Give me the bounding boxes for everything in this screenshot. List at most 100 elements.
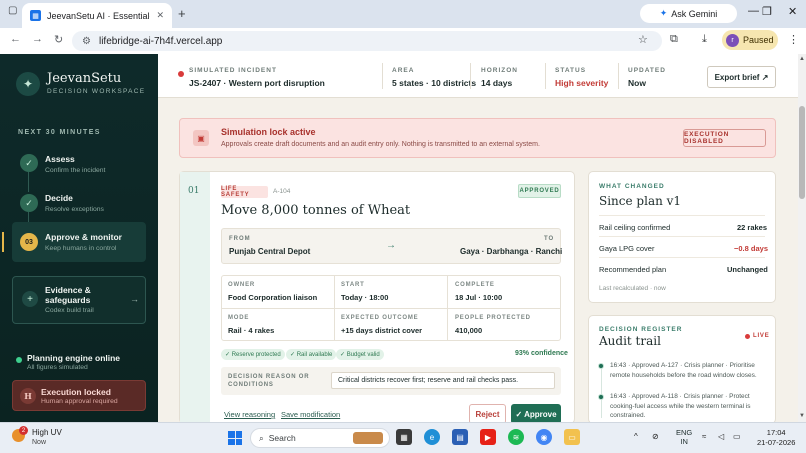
gemini-sparkle-icon: ✦ xyxy=(659,8,668,18)
back-arrow-icon[interactable]: ← xyxy=(10,33,21,45)
jeevansetu-favicon-icon: ▦ xyxy=(30,10,41,21)
restore-icon[interactable]: ❐ xyxy=(762,5,772,18)
weather-text[interactable]: High UV xyxy=(32,428,62,437)
step-check-icon: ✓ xyxy=(20,194,38,212)
updated-value: Now xyxy=(628,78,646,88)
what-changed-label: WHAT CHANGED xyxy=(599,183,665,190)
chrome-icon[interactable]: ◉ xyxy=(536,429,552,445)
incident-alert-dot xyxy=(178,71,184,77)
volume-icon[interactable]: ◁ xyxy=(718,432,724,441)
download-icon[interactable]: ⤓ xyxy=(702,33,707,46)
human-lock-icon: H xyxy=(20,388,36,404)
brand-subtitle: DECISION WORKSPACE xyxy=(47,88,146,95)
view-reasoning-link[interactable]: View reasoning xyxy=(224,410,275,419)
incident-label: SIMULATED INCIDENT xyxy=(189,67,277,74)
taskbar-search[interactable]: ⌕ Search xyxy=(250,428,390,448)
timeline-line xyxy=(601,368,602,418)
file-explorer-icon[interactable]: ▭ xyxy=(564,429,580,445)
profile-button[interactable]: r Paused xyxy=(722,30,778,50)
task-view-icon[interactable]: ▦ xyxy=(396,429,412,445)
reason-input[interactable]: Critical districts recover first; reserv… xyxy=(331,372,555,389)
network-alert-icon[interactable]: ⊘ xyxy=(652,432,659,441)
step-title[interactable]: Assess xyxy=(45,154,75,164)
language-indicator[interactable]: ENG IN xyxy=(676,428,692,446)
lock-icon: ▣ xyxy=(193,130,209,146)
owner-label: OWNER xyxy=(228,282,255,288)
incident-value: JS-2407 · Western port disruption xyxy=(189,78,325,88)
section-label: NEXT 30 MINUTES xyxy=(18,129,101,136)
browser-tab-active[interactable]: ▦ JeevanSetu AI · Essential-Suppl ✕ xyxy=(22,3,172,28)
store-icon[interactable]: ▤ xyxy=(452,429,468,445)
change-value: 22 rakes xyxy=(737,223,768,232)
scroll-up-icon[interactable]: ▲ xyxy=(799,56,805,62)
change-label: Recommended plan xyxy=(599,265,667,274)
step-title[interactable]: Approve & monitor xyxy=(45,232,122,242)
complete-label: COMPLETE xyxy=(455,282,495,288)
timeline-dot xyxy=(598,363,604,369)
reload-icon[interactable]: ↻ xyxy=(54,33,63,46)
extensions-icon[interactable]: ⧉ xyxy=(670,33,678,46)
divider xyxy=(470,63,471,89)
row-divider xyxy=(599,236,765,237)
engine-status-subtitle: All figures simulated xyxy=(27,364,88,371)
edge-icon[interactable]: e xyxy=(424,429,440,445)
windows-start-icon[interactable] xyxy=(228,431,242,445)
site-info-icon[interactable]: ⚙ xyxy=(82,36,91,47)
forward-arrow-icon[interactable]: → xyxy=(32,33,43,45)
people-label: PEOPLE PROTECTED xyxy=(455,315,531,321)
evidence-title: Evidence & safeguards xyxy=(45,285,91,305)
step-number-badge: 03 xyxy=(20,233,38,251)
step-connector xyxy=(28,172,29,192)
change-label: Rail ceiling confirmed xyxy=(599,223,671,232)
tab-actions-icon[interactable]: ▢ xyxy=(8,5,17,16)
search-highlight-icon xyxy=(353,432,383,444)
browser-menu-icon[interactable]: ⋮ xyxy=(788,33,799,46)
execution-subtitle: Human approval required xyxy=(41,398,118,405)
scrollbar-thumb[interactable] xyxy=(799,106,805,199)
status-label: STATUS xyxy=(555,67,587,74)
online-status-dot xyxy=(16,357,22,363)
card-side-strip xyxy=(180,172,210,423)
owner-value: Food Corporation liaison xyxy=(228,293,318,302)
approve-button[interactable]: ✓ Approve xyxy=(511,404,561,424)
mode-value: Rail · 4 rakes xyxy=(228,326,275,335)
save-modification-link[interactable]: Save modification xyxy=(281,410,340,419)
audit-entry: 16:43 · Approved A-118 · Crisis planner … xyxy=(610,393,751,419)
clock-date: 21-07-2026 xyxy=(757,438,796,447)
language-region: IN xyxy=(680,437,688,446)
change-value: −0.8 days xyxy=(734,244,768,253)
bookmark-star-icon[interactable]: ☆ xyxy=(638,33,648,46)
plus-icon: + xyxy=(22,291,38,307)
row-divider xyxy=(599,257,765,258)
outcome-value: +15 days district cover xyxy=(341,326,423,335)
approved-badge: APPROVED xyxy=(518,184,561,198)
minimize-icon[interactable]: — xyxy=(748,5,759,17)
scroll-down-icon[interactable]: ▼ xyxy=(799,413,805,419)
battery-icon[interactable]: ▭ xyxy=(733,432,741,441)
youtube-icon[interactable]: ▶ xyxy=(480,429,496,445)
address-bar[interactable]: ⚙ lifebridge-ai-7h4f.vercel.app xyxy=(72,31,662,51)
grid-divider xyxy=(334,275,335,341)
reject-button[interactable]: Reject xyxy=(469,404,506,424)
people-value: 410,000 xyxy=(455,326,483,335)
spotify-icon[interactable]: ≋ xyxy=(508,429,524,445)
new-tab-button[interactable]: + xyxy=(178,6,186,21)
profile-avatar: r xyxy=(726,33,739,47)
clock-time: 17:04 xyxy=(766,428,786,437)
start-value: Today · 18:00 xyxy=(341,293,389,302)
check-badge: ✓ Rail available xyxy=(286,349,337,360)
check-badge: ✓ Reserve protected xyxy=(221,349,285,360)
execution-disabled-badge: EXECUTION DISABLED xyxy=(683,129,766,147)
grid-divider xyxy=(221,308,561,309)
close-tab-icon[interactable]: ✕ xyxy=(156,10,164,21)
wifi-icon[interactable]: ≈ xyxy=(702,432,706,441)
close-window-icon[interactable]: ✕ xyxy=(788,5,797,18)
ask-gemini-button[interactable]: ✦ Ask Gemini xyxy=(640,4,737,23)
to-value: Gaya · Darbhanga · Ranchi xyxy=(460,247,563,256)
what-changed-card xyxy=(588,171,776,303)
export-brief-button[interactable]: Export brief ↗ xyxy=(707,66,776,88)
row-divider xyxy=(599,215,765,216)
step-title[interactable]: Decide xyxy=(45,193,73,203)
system-clock[interactable]: 17:04 21-07-2026 xyxy=(757,428,795,448)
show-hidden-icons[interactable]: ^ xyxy=(634,432,638,441)
